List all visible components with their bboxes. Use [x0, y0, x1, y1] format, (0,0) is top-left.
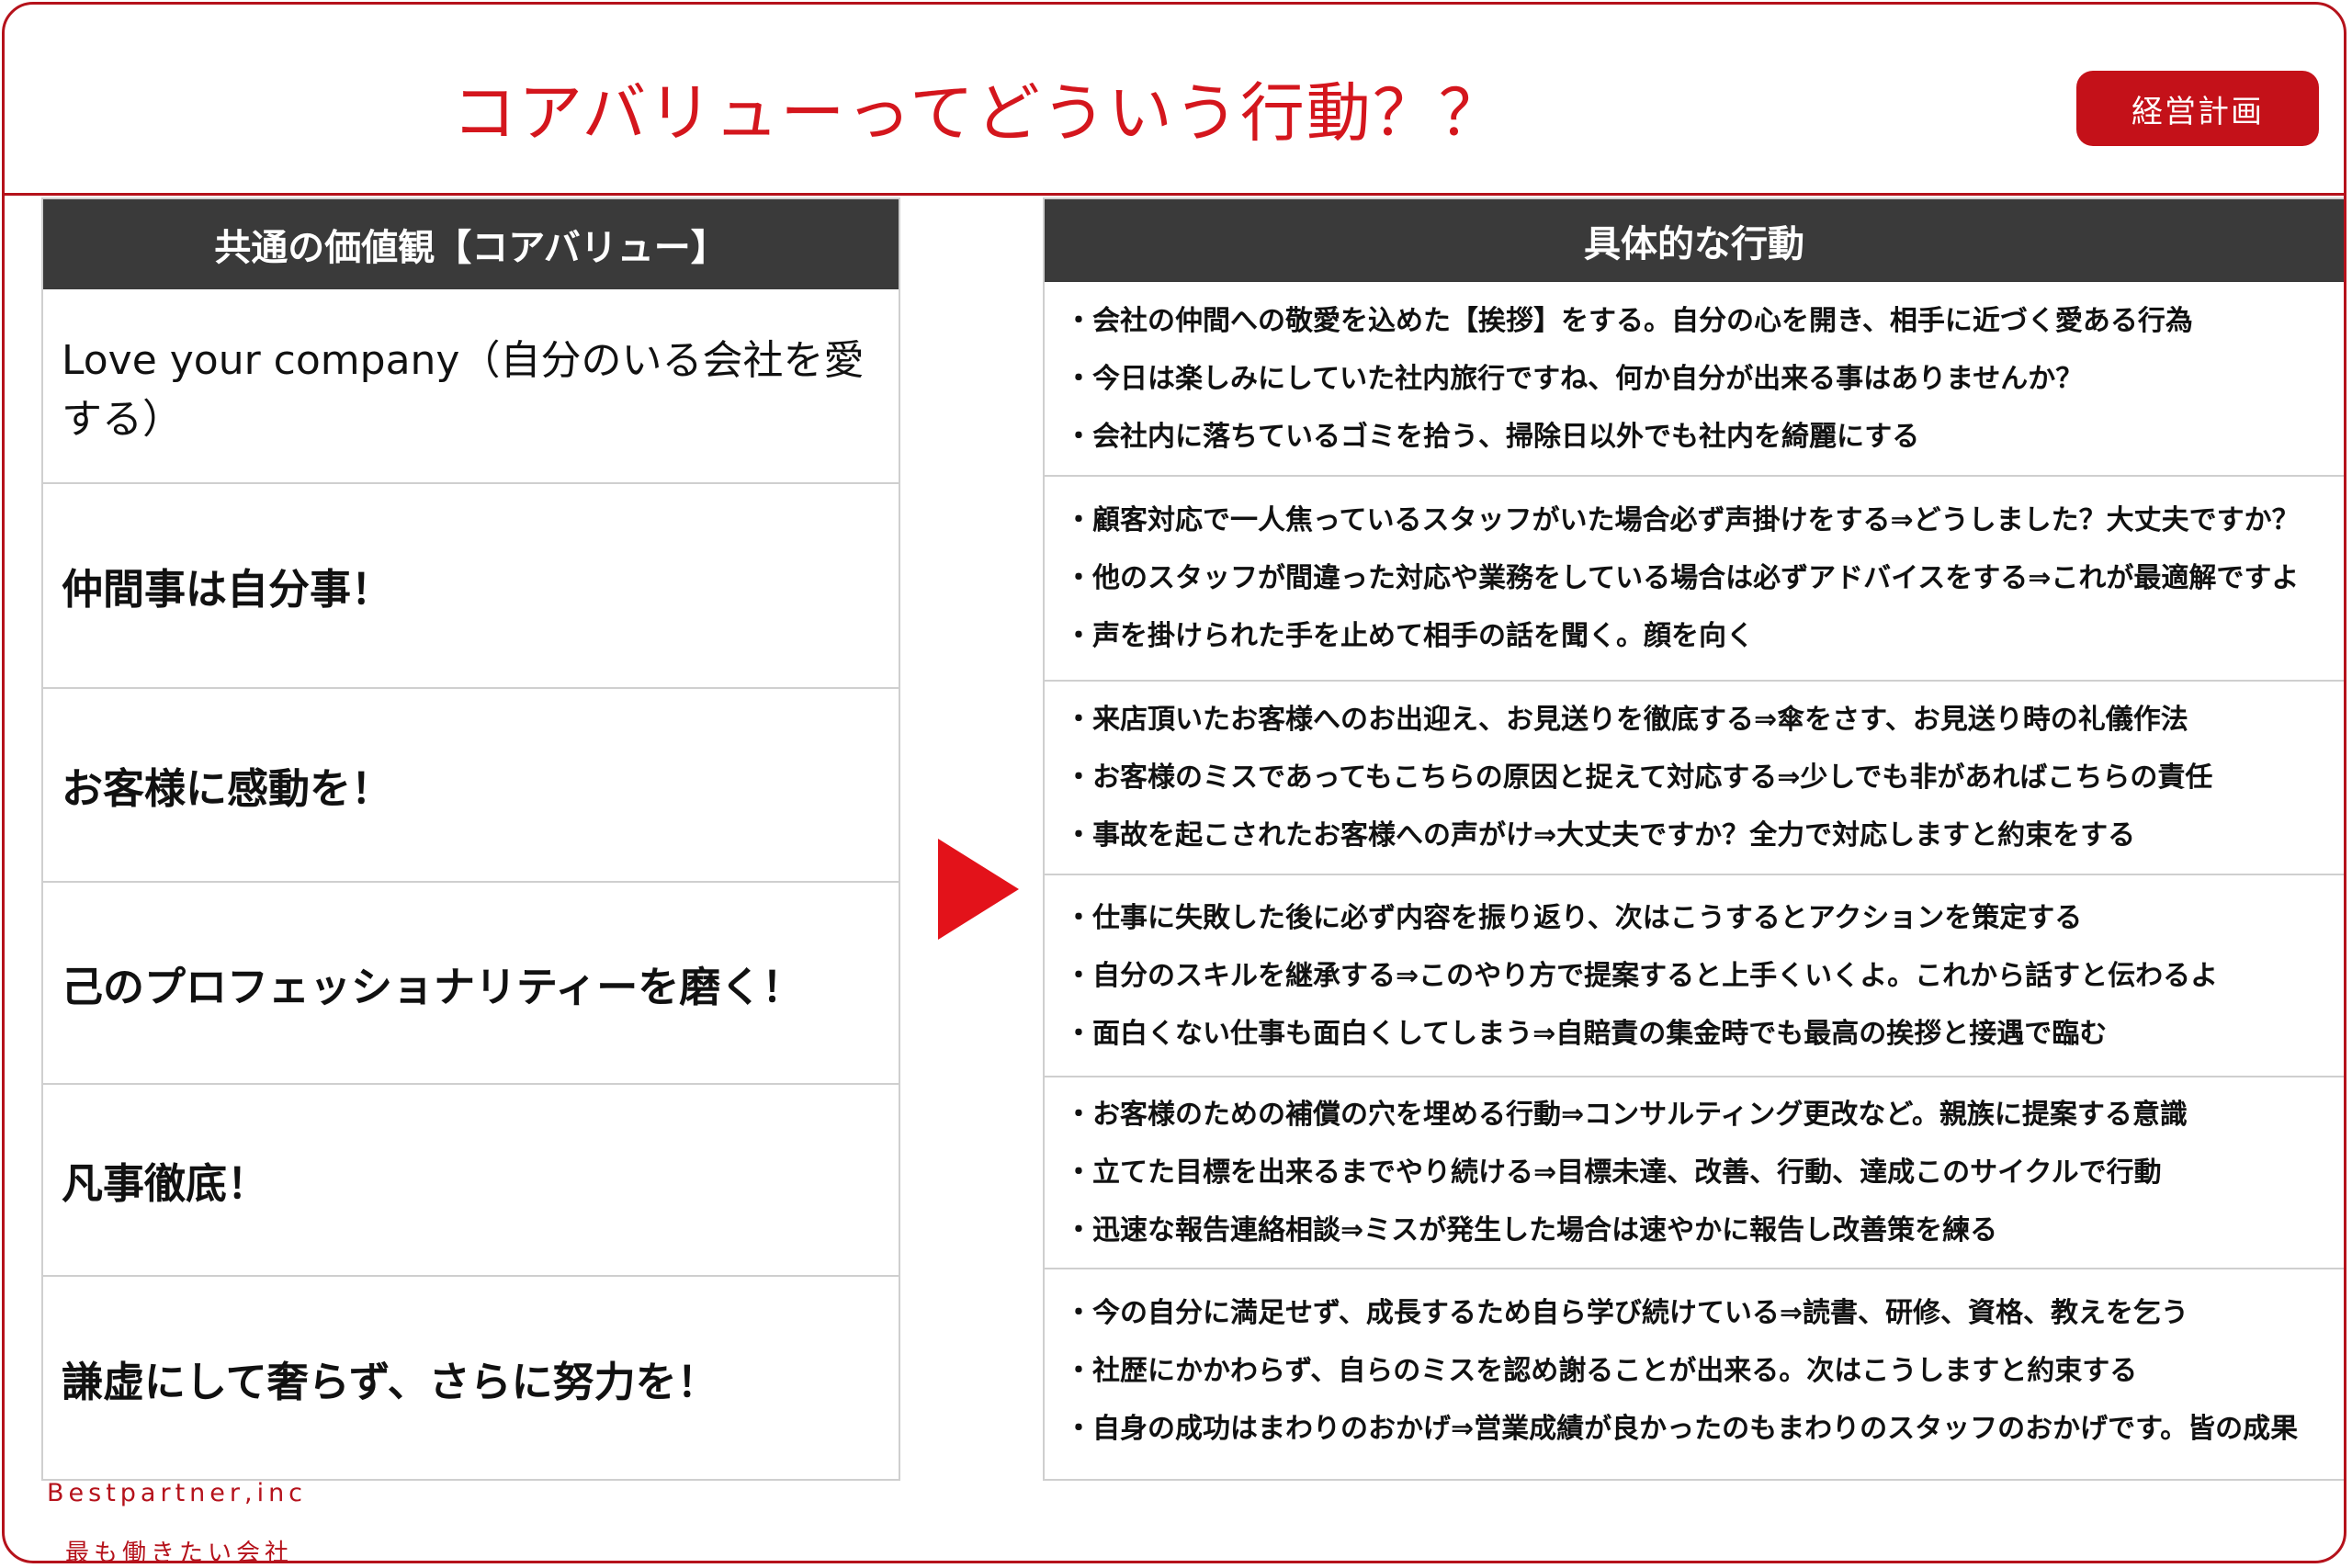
core-values-heading: 共通の価値観【コアバリュー】 — [43, 199, 899, 289]
action-item: ・立てた目標を出来るまでやり続ける⇒目標未達、改善、行動、達成このサイクルで行動 — [1065, 1156, 2162, 1189]
action-item: ・お客様のための補償の穴を埋める行動⇒コンサルティング更改など。親族に提案する意… — [1065, 1099, 2188, 1131]
actions-heading: 具体的な行動 — [1045, 199, 2344, 282]
core-value-row-4: 己のプロフェッショナリティーを磨く！ — [43, 881, 899, 1083]
core-value-row-3: お客様に感動を！ — [43, 687, 899, 881]
action-group-4: ・仕事に失敗した後に必ず内容を振り返り、次はこうするとアクションを策定する ・自… — [1045, 874, 2344, 1076]
action-item: ・今日は楽しみにしていた社内旅行ですね、何か自分が出来る事はありませんか？ — [1065, 362, 2084, 395]
action-group-1: ・会社の仲間への敬愛を込めた【挨拶】をする。自分の心を開き、相手に近づく愛ある行… — [1045, 282, 2344, 475]
action-item: ・社歴にかかわらず、自らのミスを認め謝ることが出来る。次はこうしますと約束する — [1065, 1354, 2138, 1387]
header-divider — [5, 193, 2344, 196]
arrow-right-icon — [938, 839, 1019, 940]
core-value-row-5: 凡事徹底！ — [43, 1083, 899, 1275]
action-item: ・他のスタッフが間違った対応や業務をしている場合は必ずアドバイスをする⇒これが最… — [1065, 562, 2300, 594]
slide-frame: コアバリューってどういう行動？？ 経営計画 共通の価値観【コアバリュー】 Lov… — [2, 2, 2346, 1563]
core-values-table: 共通の価値観【コアバリュー】 Love your company（自分のいる会社… — [41, 197, 900, 1481]
page-title: コアバリューってどういう行動？？ — [452, 75, 1505, 151]
action-group-2: ・顧客対応で一人焦っているスタッフがいた場合必ず声掛けをする⇒どうしました？大丈… — [1045, 475, 2344, 680]
action-item: ・顧客対応で一人焦っているスタッフがいた場合必ず声掛けをする⇒どうしました？大丈… — [1065, 504, 2300, 536]
action-item: ・仕事に失敗した後に必ず内容を振り返り、次はこうするとアクションを策定する — [1065, 901, 2083, 934]
action-item: ・事故を起こされたお客様への声がけ⇒大丈夫ですか？全力で対応しますと約束をする — [1065, 819, 2136, 852]
action-item: ・来店頂いたお客様へのお出迎え、お見送りを徹底する⇒傘をさす、お見送り時の礼儀作… — [1065, 704, 2188, 736]
action-group-5: ・お客様のための補償の穴を埋める行動⇒コンサルティング更改など。親族に提案する意… — [1045, 1076, 2344, 1268]
core-value-row-1: Love your company（自分のいる会社を愛する） — [62, 337, 865, 443]
actions-table: 具体的な行動 ・会社の仲間への敬愛を込めた【挨拶】をする。自分の心を開き、相手に… — [1043, 197, 2344, 1481]
core-value-row-2: 仲間事は自分事！ — [43, 482, 899, 687]
action-item: ・会社の仲間への敬愛を込めた【挨拶】をする。自分の心を開き、相手に近づく愛ある行… — [1065, 304, 2193, 337]
action-item: ・今の自分に満足せず、成長するため自ら学び続けている⇒読書、研修、資格、教えを乞… — [1065, 1296, 2189, 1329]
action-item: ・お客様のミスであってもこちらの原因と捉えて対応する⇒少しでも非があればこちらの… — [1065, 761, 2213, 794]
action-item: ・迅速な報告連絡相談⇒ミスが発生した場合は速やかに報告し改善策を練る — [1065, 1214, 1998, 1247]
action-group-3: ・来店頂いたお客様へのお出迎え、お見送りを徹底する⇒傘をさす、お見送り時の礼儀作… — [1045, 680, 2344, 874]
action-item: ・会社内に落ちているゴミを拾う、掃除日以外でも社内を綺麗にする — [1065, 420, 1920, 453]
action-item: ・自分のスキルを継承する⇒このやり方で提案すると上手くいくよ。これから話すと伝わ… — [1065, 959, 2219, 992]
company-tagline: 最も働きたい会社 — [65, 1540, 294, 1563]
plan-badge: 経営計画 — [2076, 71, 2319, 146]
action-group-6: ・今の自分に満足せず、成長するため自ら学び続けている⇒読書、研修、資格、教えを乞… — [1045, 1268, 2344, 1472]
action-item: ・面白くない仕事も面白くしてしまう⇒自賠責の集金時でも最高の挨拶と接遇で臨む — [1065, 1017, 2108, 1050]
action-item: ・自身の成功はまわりのおかげ⇒営業成績が良かったのもまわりのスタッフのおかげです… — [1065, 1412, 2299, 1445]
action-item: ・声を掛けられた手を止めて相手の話を聞く。顔を向く — [1065, 620, 1754, 652]
company-name: Bestpartner,inc — [47, 1479, 308, 1507]
core-value-row-6: 謙虚にして奢らず、さらに努力を！ — [43, 1275, 899, 1479]
